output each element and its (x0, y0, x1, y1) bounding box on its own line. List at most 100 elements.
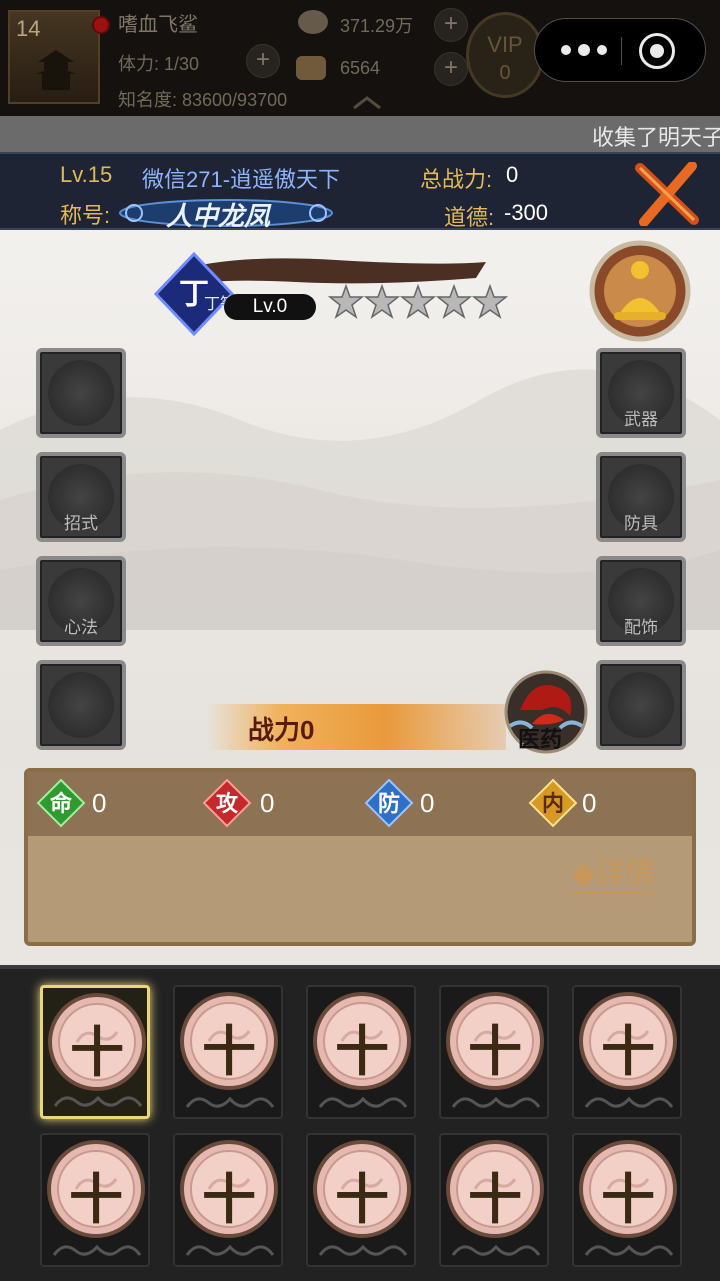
miniprogram-capsule (534, 18, 706, 82)
skill-slot[interactable]: 十 (439, 985, 549, 1119)
server-name: 微信271-逍遥傲天下 (142, 167, 341, 192)
add-skill-glyph: 十 (601, 1022, 655, 1082)
morality-label: 道德: (444, 205, 495, 230)
marquee-text: 收集了明天子 (592, 125, 720, 150)
title-badge: 人中龙凤 (116, 196, 336, 231)
cloud-ornament-icon (53, 1095, 143, 1107)
add-skill-glyph: 十 (468, 1170, 522, 1230)
star-icon (399, 284, 437, 319)
add-skill-glyph: 十 (70, 1023, 124, 1083)
add-silver-button[interactable]: + (434, 8, 468, 42)
life-stat-value: 0 (92, 788, 107, 818)
skill-slot[interactable]: 十 (40, 1133, 150, 1267)
morality-value: -300 (504, 200, 549, 225)
cloud-ornament-icon (318, 1096, 408, 1108)
skill-slot[interactable]: 十 (572, 985, 682, 1119)
equip-slot-right-4[interactable] (596, 660, 686, 750)
character-rank-level: Lv.0 (224, 294, 316, 320)
equip-slot-armor[interactable]: 防具 (596, 452, 686, 542)
reputation-text: 知名度: 83600/93700 (118, 90, 288, 110)
player-name: 嗜血飞鲨 (118, 14, 198, 36)
cloud-ornament-icon (185, 1096, 275, 1108)
star-icon (328, 284, 365, 319)
silver-amount: 371.29万 (340, 16, 414, 36)
inner-force-stat-icon: 内 (528, 778, 578, 828)
pagoda-icon (36, 50, 76, 90)
slot-label: 心法 (64, 618, 98, 637)
title-label: 称号: (60, 203, 111, 228)
slot-label: 武器 (624, 410, 658, 429)
attack-stat-value: 0 (260, 788, 275, 818)
attribute-row: 命 0 攻 0 防 0 内 0 (28, 772, 692, 836)
vip-badge[interactable]: VIP 0 (466, 12, 544, 98)
add-gold-button[interactable]: + (434, 52, 468, 86)
gold-ingot-icon (296, 56, 326, 80)
equip-slot-moves[interactable]: 招式 (36, 452, 126, 542)
vip-label: VIP (487, 32, 523, 57)
skill-slot[interactable]: 十 (173, 985, 283, 1119)
title-value: 人中龙凤 (166, 201, 271, 231)
announcement-marquee: 收集了明天子 (0, 116, 720, 152)
cloud-ornament-icon (52, 1244, 142, 1256)
inner-force-stat-value: 0 (582, 788, 597, 818)
details-link[interactable]: ◆详情 (572, 848, 656, 894)
more-dot-icon (597, 45, 607, 55)
star-icon (363, 284, 401, 319)
defense-stat-value: 0 (420, 788, 435, 818)
add-stamina-button[interactable]: + (246, 44, 280, 78)
gold-amount: 6564 (340, 58, 381, 78)
life-stat-icon: 命 (36, 778, 86, 828)
stamina-text: 体力: 1/30 (118, 54, 200, 74)
cloud-ornament-icon (185, 1244, 275, 1256)
cloud-ornament-icon (584, 1244, 674, 1256)
svg-text:攻: 攻 (216, 791, 239, 817)
attribute-stats-box: 命 0 攻 0 防 0 内 0 ◆详情 (24, 768, 696, 946)
more-dot-icon (578, 44, 590, 56)
equip-slot-left-4[interactable] (36, 660, 126, 750)
slot-background (608, 672, 674, 738)
skill-slot[interactable]: 十 (572, 1133, 682, 1267)
svg-text:防: 防 (378, 792, 400, 817)
star-icon (435, 284, 473, 319)
skill-slot[interactable]: 十 (306, 985, 416, 1119)
medicine-label: 医药 (518, 727, 563, 752)
equip-slot-weapon[interactable]: 武器 (596, 348, 686, 438)
top-status-bar: 14 嗜血飞鲨 体力: 1/30 知名度: 83600/93700 + 371.… (0, 0, 720, 116)
add-skill-glyph: 十 (69, 1170, 123, 1230)
add-skill-glyph: 十 (202, 1170, 256, 1230)
cloud-ornament-icon (451, 1096, 541, 1108)
equip-slot-left-1[interactable] (36, 348, 126, 438)
star-rating (328, 284, 509, 319)
total-power-value: 0 (506, 162, 519, 187)
add-skill-glyph: 十 (335, 1022, 389, 1082)
character-info-header: Lv.15 微信271-逍遥傲天下 总战力: 0 称号: 人中龙凤 道德: -3… (0, 152, 720, 231)
close-icon[interactable] (632, 162, 702, 226)
chevron-up-icon[interactable] (352, 96, 382, 110)
meditation-emblem-icon[interactable] (588, 240, 692, 342)
character-level: Lv.15 (60, 162, 113, 187)
slot-label: 防具 (624, 514, 658, 533)
defense-stat-icon: 防 (364, 778, 414, 828)
skill-slot[interactable]: 十 (40, 985, 150, 1119)
equip-slot-accessory[interactable]: 配饰 (596, 556, 686, 646)
cloud-ornament-icon (318, 1244, 408, 1256)
close-miniprogram-button[interactable] (639, 33, 675, 69)
avatar-level: 14 (16, 16, 41, 41)
star-icon (471, 284, 509, 319)
slot-background (48, 672, 114, 738)
equip-slot-mind-art[interactable]: 心法 (36, 556, 126, 646)
skill-slot[interactable]: 十 (306, 1133, 416, 1267)
skill-slot[interactable]: 十 (173, 1133, 283, 1267)
cloud-ornament-icon (584, 1096, 674, 1108)
add-skill-glyph: 十 (202, 1022, 256, 1082)
player-avatar[interactable]: 14 (8, 10, 110, 104)
capsule-divider (621, 37, 622, 65)
skill-slot[interactable]: 十 (439, 1133, 549, 1267)
attack-stat-icon: 攻 (202, 778, 252, 828)
more-menu-button[interactable] (557, 36, 609, 64)
svg-text:内: 内 (542, 792, 564, 817)
notification-dot (92, 16, 110, 34)
equipment-panel: 丁 丁等 Lv.0 招式 心法 武器 防具 配饰 战力0 医药 命 0 攻 0 … (0, 230, 720, 965)
cloud-ornament-icon (451, 1244, 541, 1256)
add-skill-glyph: 十 (601, 1170, 655, 1230)
